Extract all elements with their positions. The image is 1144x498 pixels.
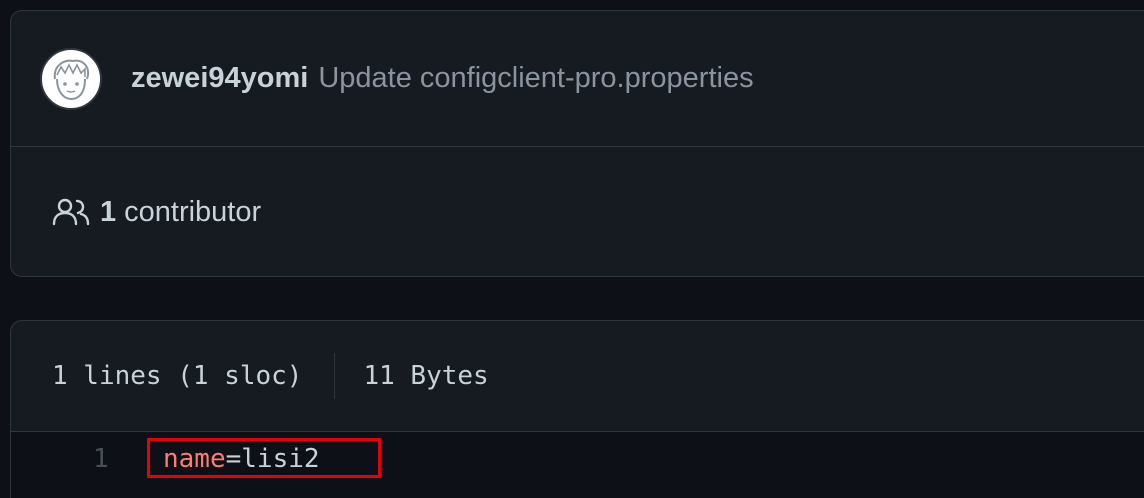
file-size: 11 Bytes [363, 361, 489, 391]
file-lines-info: 1 lines (1 sloc) [52, 361, 303, 391]
line-number[interactable]: 1 [93, 444, 109, 474]
avatar-icon [53, 59, 89, 100]
file-box: 1 lines (1 sloc) 11 Bytes 1 name=lisi2 [10, 320, 1144, 498]
commit-header: zewei94yomi Update configclient-pro.prop… [11, 11, 1144, 147]
code-line: name=lisi2 [163, 444, 320, 474]
divider [334, 353, 336, 399]
commit-author-link[interactable]: zewei94yomi [131, 62, 308, 95]
file-info-header: 1 lines (1 sloc) 11 Bytes [11, 321, 1144, 432]
people-icon [52, 197, 90, 227]
code-operator: = [225, 444, 242, 474]
contributors-count: 1 [100, 195, 117, 228]
code-key: name [163, 444, 226, 474]
author-avatar[interactable] [40, 47, 102, 110]
contributors-label: contributor [124, 195, 262, 228]
code-value: lisi2 [241, 444, 320, 474]
page: zewei94yomi Update configclient-pro.prop… [0, 0, 1144, 498]
code-area: 1 name=lisi2 [11, 432, 1144, 498]
commit-message-link[interactable]: Update configclient-pro.properties [318, 62, 753, 95]
contributors-row[interactable]: 1 contributor [11, 147, 1144, 277]
latest-commit-box: zewei94yomi Update configclient-pro.prop… [10, 10, 1144, 277]
